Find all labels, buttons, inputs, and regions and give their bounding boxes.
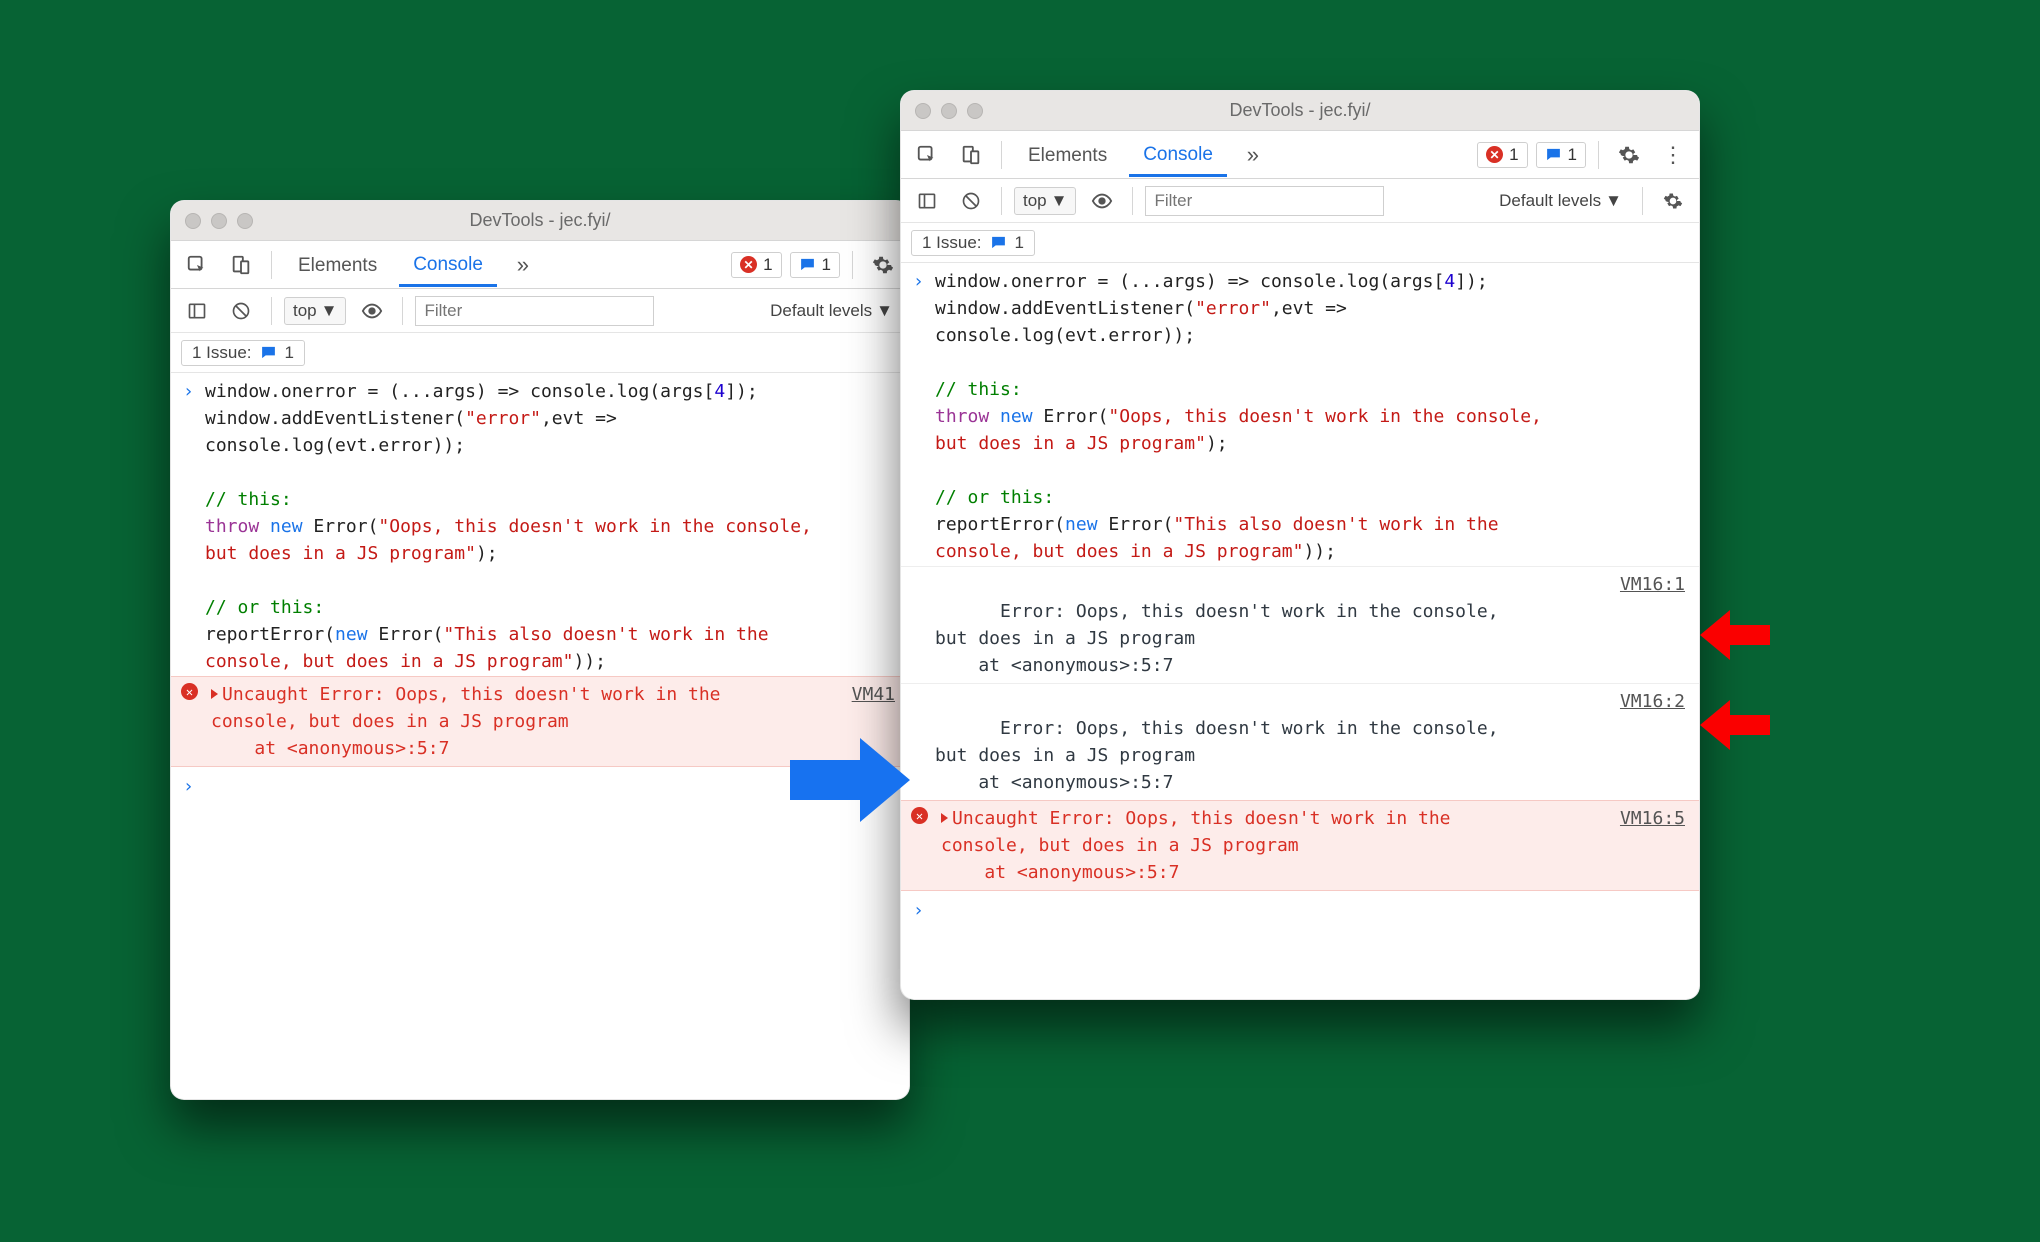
issues-bar: 1 Issue: 1: [171, 333, 909, 373]
message-icon: [799, 256, 816, 273]
titlebar[interactable]: DevTools - jec.fyi/: [901, 91, 1699, 131]
titlebar[interactable]: DevTools - jec.fyi/: [171, 201, 909, 241]
source-link[interactable]: VM16:2: [1620, 688, 1685, 715]
source-link[interactable]: VM16:1: [1620, 571, 1685, 598]
error-count: 1: [763, 255, 772, 275]
sidebar-toggle-icon[interactable]: [179, 293, 215, 329]
console-input-row[interactable]: › window.onerror = (...args) => console.…: [171, 377, 909, 676]
annotation-arrow-right: [790, 730, 910, 830]
error-badge[interactable]: ✕ 1: [731, 252, 781, 278]
prompt-row[interactable]: ›: [901, 891, 1699, 930]
levels-selector[interactable]: Default levels ▼: [1491, 188, 1630, 214]
levels-label: Default levels: [770, 301, 872, 321]
filter-input[interactable]: [415, 296, 654, 326]
message-icon: [260, 344, 277, 361]
console-toolbar: top ▼ Default levels ▼: [901, 179, 1699, 223]
context-label: top: [293, 301, 317, 321]
error-count: 1: [1509, 145, 1518, 165]
settings-icon[interactable]: [865, 247, 901, 283]
issues-label: 1 Issue:: [192, 343, 252, 363]
sidebar-toggle-icon[interactable]: [909, 183, 945, 219]
console-input-row[interactable]: › window.onerror = (...args) => console.…: [901, 267, 1699, 566]
annotation-arrow-left: [1700, 610, 1770, 660]
message-badge[interactable]: 1: [1536, 142, 1586, 168]
tab-elements[interactable]: Elements: [1014, 135, 1121, 175]
issues-count: 1: [285, 343, 294, 363]
message-count: 1: [1568, 145, 1577, 165]
disclosure-icon[interactable]: [211, 689, 218, 699]
disclosure-icon[interactable]: [941, 813, 948, 823]
error-badge[interactable]: ✕ 1: [1477, 142, 1527, 168]
levels-label: Default levels: [1499, 191, 1601, 211]
chevron-down-icon: ▼: [1605, 191, 1622, 211]
settings-icon[interactable]: [1611, 137, 1647, 173]
inspect-icon[interactable]: [909, 137, 945, 173]
devtools-window-right: DevTools - jec.fyi/ Elements Console » ✕…: [900, 90, 1700, 1000]
levels-selector[interactable]: Default levels ▼: [762, 298, 901, 324]
filter-input[interactable]: [1145, 186, 1384, 216]
more-tabs-icon[interactable]: »: [505, 247, 541, 283]
error-dot-icon: ✕: [1486, 146, 1503, 163]
message-icon: [990, 234, 1007, 251]
tab-console[interactable]: Console: [1129, 134, 1227, 177]
log-output[interactable]: VM16:2Error: Oops, this doesn't work in …: [901, 683, 1699, 800]
live-expression-icon[interactable]: [354, 293, 390, 329]
more-tabs-icon[interactable]: »: [1235, 137, 1271, 173]
chevron-down-icon: ▼: [876, 301, 893, 321]
error-message[interactable]: ✕ VM16:5 Uncaught Error: Oops, this does…: [901, 800, 1699, 891]
context-selector[interactable]: top ▼: [284, 297, 346, 325]
console-settings-icon[interactable]: [1655, 183, 1691, 219]
prompt-icon: ›: [183, 378, 205, 675]
issues-count: 1: [1015, 233, 1024, 253]
console-toolbar: top ▼ Default levels ▼: [171, 289, 909, 333]
issues-bar: 1 Issue: 1: [901, 223, 1699, 263]
chevron-down-icon: ▼: [1051, 191, 1068, 211]
source-link[interactable]: VM16:5: [1620, 805, 1685, 832]
context-selector[interactable]: top ▼: [1014, 187, 1076, 215]
console-body: › window.onerror = (...args) => console.…: [901, 263, 1699, 936]
window-title: DevTools - jec.fyi/: [901, 100, 1699, 121]
code-line: window.onerror = (...args) => console.lo…: [935, 268, 1542, 565]
live-expression-icon[interactable]: [1084, 183, 1120, 219]
clear-console-icon[interactable]: [953, 183, 989, 219]
error-dot-icon: ✕: [181, 683, 198, 700]
chevron-down-icon: ▼: [321, 301, 338, 321]
inspect-icon[interactable]: [179, 247, 215, 283]
tab-elements[interactable]: Elements: [284, 245, 391, 285]
issues-pill[interactable]: 1 Issue: 1: [181, 340, 305, 366]
device-icon[interactable]: [223, 247, 259, 283]
window-title: DevTools - jec.fyi/: [171, 210, 909, 231]
log-output[interactable]: VM16:1Error: Oops, this doesn't work in …: [901, 566, 1699, 683]
message-icon: [1545, 146, 1562, 163]
kebab-menu-icon[interactable]: ⋮: [1655, 137, 1691, 173]
clear-console-icon[interactable]: [223, 293, 259, 329]
device-icon[interactable]: [953, 137, 989, 173]
tab-console[interactable]: Console: [399, 244, 497, 287]
error-dot-icon: ✕: [911, 807, 928, 824]
devtools-window-left: DevTools - jec.fyi/ Elements Console » ✕…: [170, 200, 910, 1100]
tabbar: Elements Console » ✕ 1 1 ⋮: [901, 131, 1699, 179]
prompt-icon: ›: [913, 268, 935, 565]
error-dot-icon: ✕: [740, 256, 757, 273]
context-label: top: [1023, 191, 1047, 211]
message-count: 1: [822, 255, 831, 275]
annotation-arrow-left: [1700, 700, 1770, 750]
issues-pill[interactable]: 1 Issue: 1: [911, 230, 1035, 256]
code-line: window.onerror = (...args) => console.lo…: [205, 378, 812, 675]
error-text: Uncaught Error: Oops, this doesn't work …: [913, 805, 1687, 886]
message-badge[interactable]: 1: [790, 252, 840, 278]
source-link[interactable]: VM41: [852, 681, 895, 708]
tabbar: Elements Console » ✕ 1 1: [171, 241, 909, 289]
issues-label: 1 Issue:: [922, 233, 982, 253]
